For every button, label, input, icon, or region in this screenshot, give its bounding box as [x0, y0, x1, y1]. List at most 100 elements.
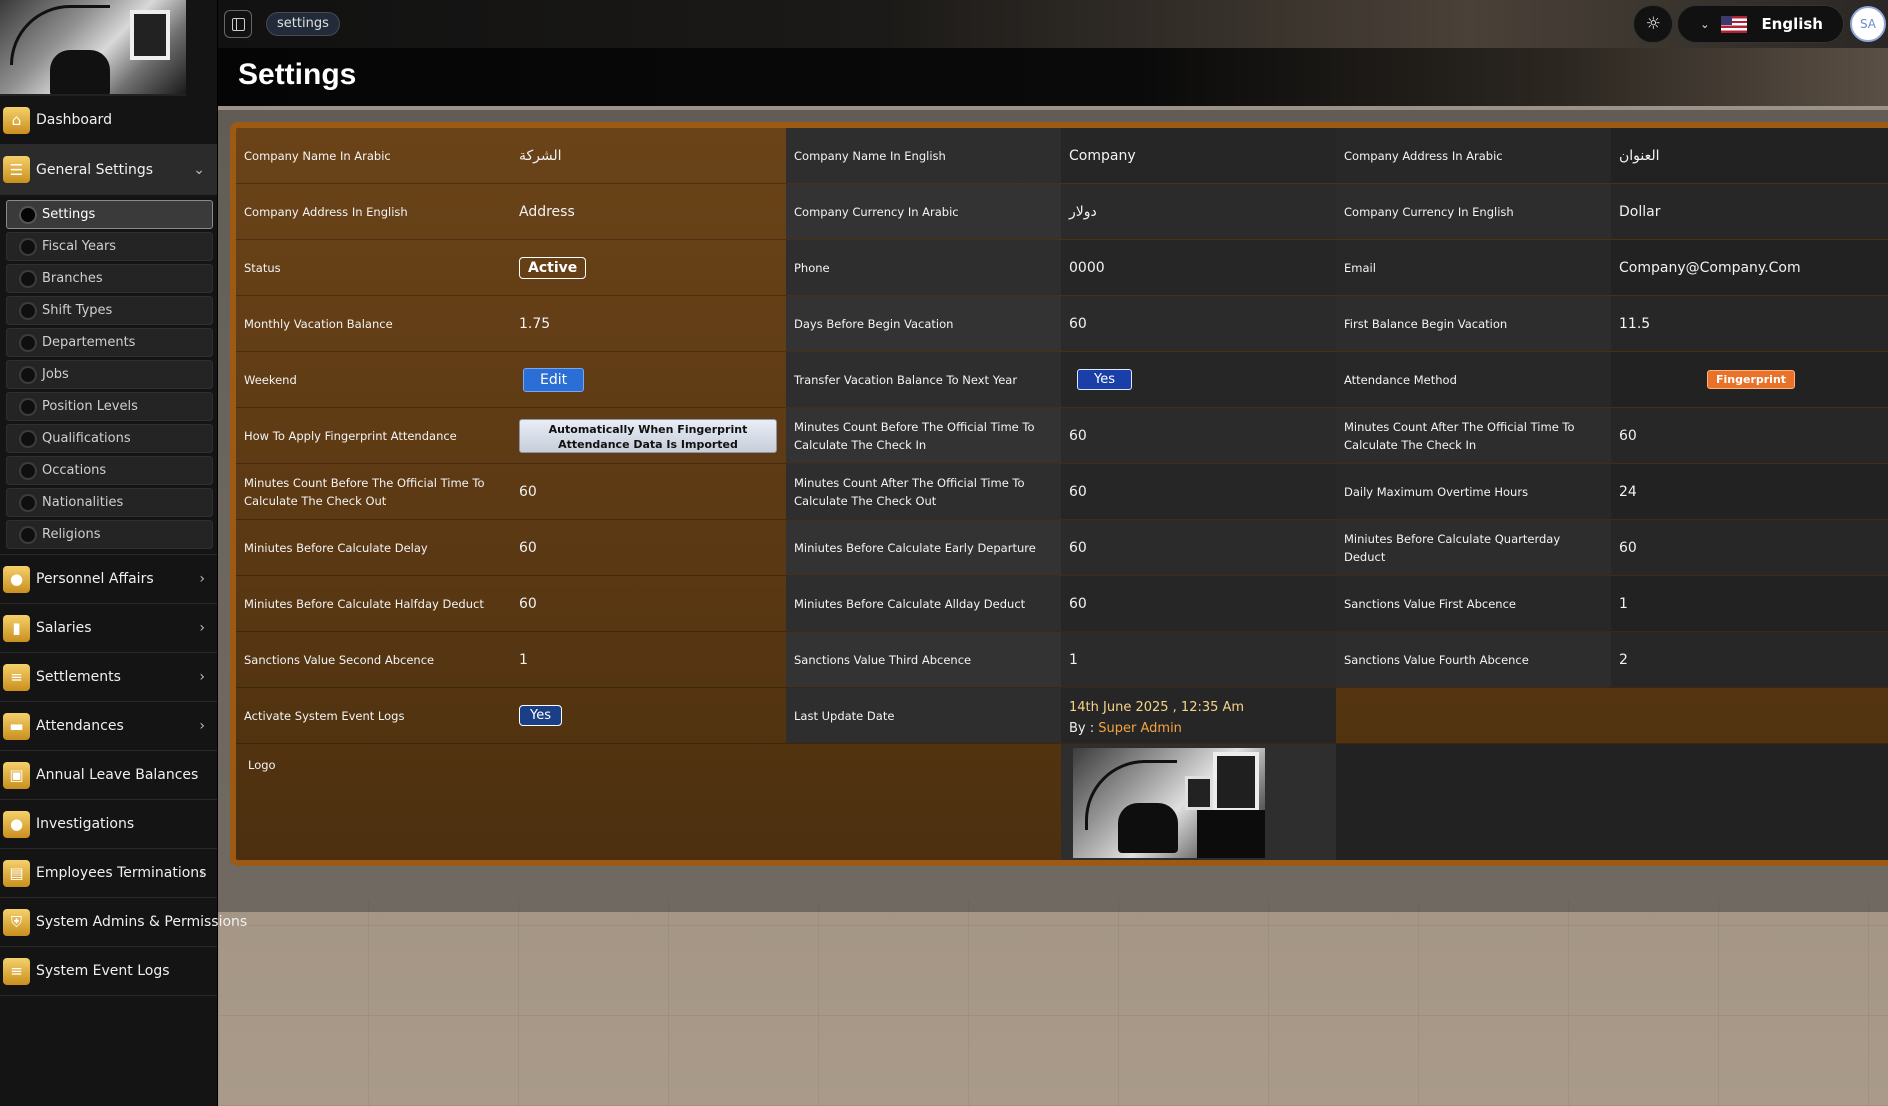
settings-row: How To Apply Fingerprint Attendance Auto…: [236, 408, 1888, 464]
general-settings-submenu: Settings Fiscal Years Branches Shift Typ…: [0, 195, 217, 555]
sidebar-subitem-position-levels[interactable]: Position Levels: [6, 392, 213, 421]
circle-icon: [19, 205, 37, 224]
sun-icon: ☼: [1645, 14, 1661, 34]
field-value: 60: [1061, 520, 1336, 575]
content-area: Company Name In Arabic الشركة Company Na…: [218, 106, 1888, 912]
title-bar: Settings: [218, 48, 1888, 106]
top-bar: settings ☼ ⌄ English SA: [218, 0, 1888, 48]
sidebar-subitem-religions[interactable]: Religions: [6, 520, 213, 549]
circle-icon: [19, 365, 37, 384]
field-value: دولار: [1061, 184, 1336, 239]
field-label: Email: [1336, 240, 1611, 295]
chevron-right-icon: ›: [199, 620, 205, 636]
field-value: 60: [519, 595, 537, 612]
sidebar-toggle-button[interactable]: [224, 10, 252, 38]
field-value: 60: [1611, 520, 1888, 575]
circle-icon: [19, 525, 37, 544]
sidebar-subitem-occations[interactable]: Occations: [6, 456, 213, 485]
circle-icon: [19, 429, 37, 448]
luggage-icon: ▣: [3, 761, 30, 789]
field-label: Minutes Count Before The Official Time T…: [786, 408, 1061, 463]
circle-icon: [19, 461, 37, 480]
field-label: Company Address In Arabic: [1336, 128, 1611, 183]
field-label: Company Name In English: [786, 128, 1061, 183]
status-badge: Active: [519, 256, 587, 279]
settings-row: Activate System Event Logs Yes Last Upda…: [236, 688, 1888, 744]
event-logs-cell: Yes: [511, 688, 786, 743]
field-value: 2: [1611, 632, 1888, 687]
settings-row: Weekend Edit Transfer Vacation Balance T…: [236, 352, 1888, 408]
edit-weekend-button[interactable]: Edit: [523, 367, 585, 392]
attendance-method-cell: Fingerprint: [1611, 352, 1888, 407]
field-label: Activate System Event Logs: [244, 708, 405, 723]
sidebar-item-personnel-affairs[interactable]: ● Personnel Affairs ›: [0, 555, 217, 604]
sidebar-item-settlements[interactable]: ≡ Settlements ›: [0, 653, 217, 702]
sidebar-toggle-icon: [231, 17, 245, 31]
sidebar-item-system-event-logs[interactable]: ≡ System Event Logs: [0, 947, 217, 996]
field-value: 11.5: [1611, 296, 1888, 351]
sidebar-item-attendances[interactable]: ▬ Attendances ›: [0, 702, 217, 751]
fingerprint-apply-method: Automatically When Fingerprint Attendanc…: [519, 418, 777, 453]
sidebar-subitem-shift-types[interactable]: Shift Types: [6, 296, 213, 325]
attendance-method-badge: Fingerprint: [1707, 370, 1796, 389]
settings-row: Minutes Count Before The Official Time T…: [236, 464, 1888, 520]
sliders-icon: ☰: [3, 156, 30, 183]
by-prefix: By :: [1069, 721, 1095, 736]
circle-icon: [19, 269, 37, 288]
sidebar-item-general-settings[interactable]: ☰ General Settings ⌄: [0, 145, 217, 195]
field-label: Last Update Date: [786, 688, 1061, 743]
logo-image[interactable]: [1073, 748, 1265, 858]
last-update-date: 14th June 2025 , 12:35 Am: [1069, 700, 1245, 715]
field-label: Miniutes Before Calculate Delay: [244, 540, 428, 555]
sidebar-subitem-fiscal-years[interactable]: Fiscal Years: [6, 232, 213, 261]
sidebar-item-dashboard[interactable]: ⌂ Dashboard: [0, 96, 217, 145]
sidebar-item-investigations[interactable]: ● Investigations: [0, 800, 217, 849]
circle-icon: [19, 493, 37, 512]
field-value: 1: [1061, 632, 1336, 687]
sidebar-subitem-settings[interactable]: Settings: [6, 200, 213, 229]
field-value: الشركة: [519, 147, 562, 164]
us-flag-icon: [1721, 15, 1748, 33]
field-value: 60: [519, 483, 537, 500]
sidebar: ⌂ Dashboard ☰ General Settings ⌄ Setting…: [0, 0, 247, 1106]
theme-toggle-button[interactable]: ☼: [1633, 5, 1674, 43]
avatar[interactable]: SA: [1850, 6, 1886, 42]
sidebar-subitem-departements[interactable]: Departements: [6, 328, 213, 357]
field-value: 1: [1611, 576, 1888, 631]
field-value: 0000: [1061, 240, 1336, 295]
sidebar-subitem-qualifications[interactable]: Qualifications: [6, 424, 213, 453]
field-value: 60: [1061, 408, 1336, 463]
field-label: Company Address In English: [244, 204, 408, 219]
weekend-cell: Edit: [511, 352, 786, 407]
fingerprint-method-cell: Automatically When Fingerprint Attendanc…: [511, 408, 786, 463]
field-label: Miniutes Before Calculate Quarterday Ded…: [1336, 520, 1611, 575]
settings-row: Company Name In Arabic الشركة Company Na…: [236, 128, 1888, 184]
field-label: Weekend: [244, 372, 297, 387]
field-label: Miniutes Before Calculate Halfday Deduct: [244, 596, 484, 611]
circle-icon: [19, 301, 37, 320]
circle-icon: [19, 237, 37, 256]
breadcrumb[interactable]: settings: [266, 12, 340, 36]
field-label: Monthly Vacation Balance: [244, 316, 393, 331]
sidebar-item-salaries[interactable]: ▮ Salaries ›: [0, 604, 217, 653]
sidebar-subitem-branches[interactable]: Branches: [6, 264, 213, 293]
sidebar-item-system-admins-permissions[interactable]: ⛨ System Admins & Permissions: [0, 898, 247, 947]
chevron-right-icon: ›: [199, 669, 205, 685]
field-label: Days Before Begin Vacation: [786, 296, 1061, 351]
settings-row: Status Active Phone 0000 Email Company@C…: [236, 240, 1888, 296]
field-label: First Balance Begin Vacation: [1336, 296, 1611, 351]
sidebar-subitem-nationalities[interactable]: Nationalities: [6, 488, 213, 517]
logo-row: Logo: [236, 744, 1888, 860]
document-icon: ▤: [3, 859, 30, 887]
transfer-cell: Yes: [1061, 352, 1336, 407]
circle-icon: [19, 397, 37, 416]
sidebar-item-employees-terminations[interactable]: ▤ Employees Terminations ›: [0, 849, 217, 898]
language-select[interactable]: ⌄ English: [1677, 5, 1844, 43]
field-value: 1.75: [519, 315, 551, 332]
sidebar-subitem-jobs[interactable]: Jobs: [6, 360, 213, 389]
field-label: Sanctions Value Second Abcence: [244, 652, 435, 667]
status-cell: Active: [511, 240, 786, 295]
last-update-cell: 14th June 2025 , 12:35 Am By : Super Adm…: [1061, 688, 1336, 743]
sidebar-item-annual-leave-balances[interactable]: ▣ Annual Leave Balances: [0, 751, 217, 800]
briefcase-icon: ▬: [3, 712, 30, 740]
